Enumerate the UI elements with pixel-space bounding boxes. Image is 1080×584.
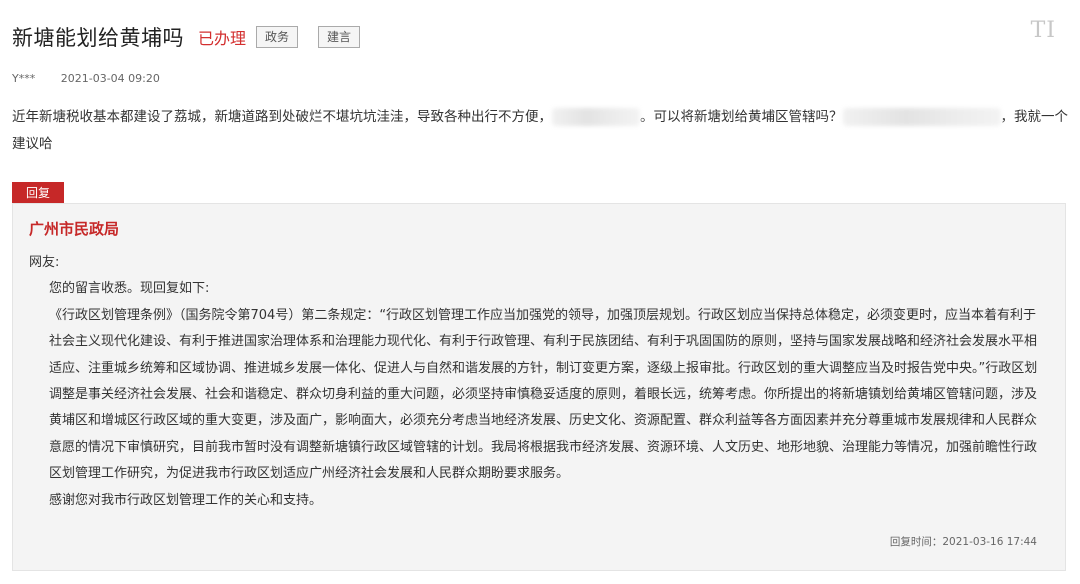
reply-tag: 回复 — [12, 182, 65, 204]
page-title: 新塘能划给黄埔吗 — [12, 26, 184, 50]
post-date: 2021-03-04 09:20 — [60, 72, 160, 85]
font-size-toggle-icon[interactable]: TI — [1031, 18, 1056, 43]
question-part1: 近年新塘税收基本都建设了荔城，新塘道路到处破烂不堪坑坑洼洼，导致各种出行不方便， — [12, 109, 552, 125]
post-meta: Y*** 2021-03-04 09:20 — [12, 72, 160, 85]
question-text: 近年新塘税收基本都建设了荔城，新塘道路到处破烂不堪坑坑洼洼，导致各种出行不方便，… — [12, 104, 1070, 158]
reply-paragraph-1: 您的留言收悉。现回复如下: — [49, 281, 210, 297]
status-label: 已办理 — [198, 29, 247, 48]
question-part2: 。可以将新塘划给黄埔区管辖吗？ — [640, 109, 843, 125]
redacted-text-2 — [842, 108, 1001, 126]
tag-government[interactable]: 政务 — [256, 26, 299, 48]
reply-organization: 广州市民政局 — [29, 220, 120, 238]
reply-time: 回复时间：2021-03-16 17:44 — [889, 536, 1037, 548]
reply-body: 网友: 您的留言收悉。现回复如下: 《行政区划管理条例》（国务院令第704号）第… — [29, 250, 1049, 514]
reply-greeting: 网友: — [29, 255, 60, 270]
reply-panel: 广州市民政局 网友: 您的留言收悉。现回复如下: 《行政区划管理条例》（国务院令… — [12, 203, 1066, 571]
reply-paragraph-3: 感谢您对我市行政区划管理工作的关心和支持。 — [49, 492, 323, 508]
reply-paragraph-2: 《行政区划管理条例》（国务院令第704号）第二条规定：“行政区划管理工作应当加强… — [49, 307, 1038, 482]
redacted-text-1 — [552, 108, 640, 126]
tag-suggestion[interactable]: 建言 — [318, 26, 361, 48]
page-header: 新塘能划给黄埔吗 已办理 政务 建言 — [12, 22, 361, 52]
author-name: Y*** — [12, 72, 36, 85]
